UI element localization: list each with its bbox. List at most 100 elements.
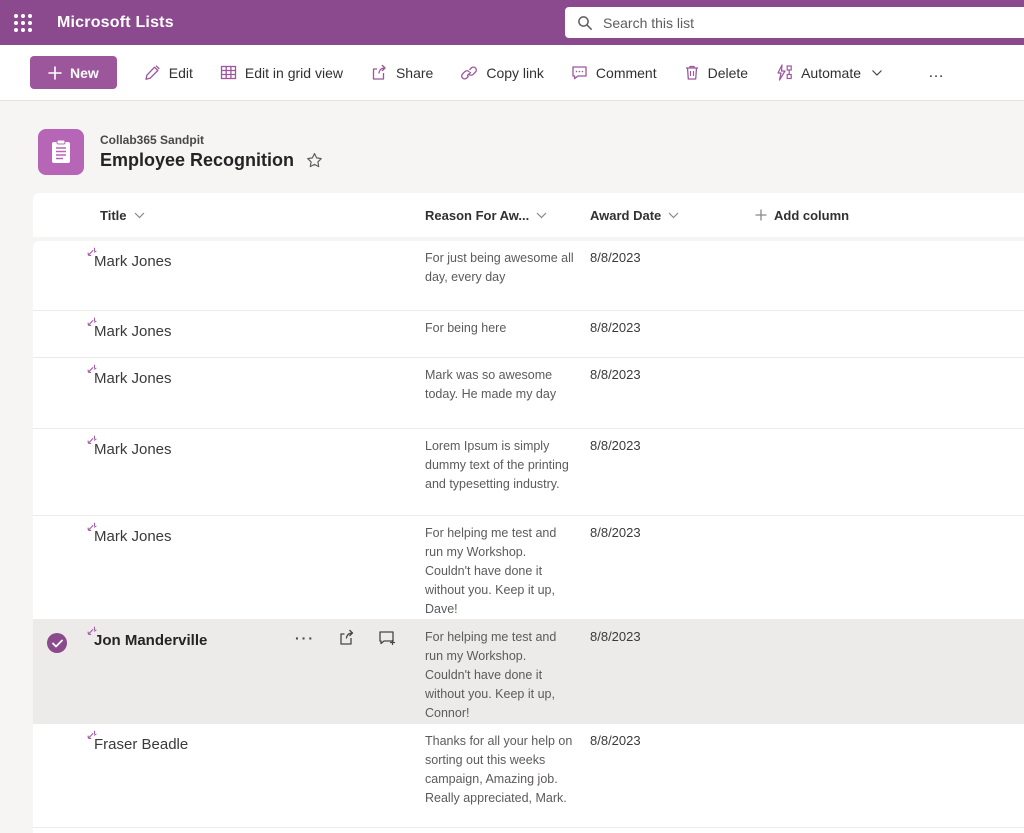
copy-link-button-label: Copy link	[486, 64, 544, 81]
row-title-text: Mark Jones	[94, 323, 172, 340]
row-title-text: Mark Jones	[94, 253, 172, 270]
row-reason-text: For just being awesome all day, every da…	[425, 251, 574, 284]
row-title-cell[interactable]: Mark Jones	[87, 311, 425, 357]
table-row-partial	[33, 828, 1024, 833]
row-title-text: Mark Jones	[94, 441, 172, 458]
table-row[interactable]: Mark Jones Mark was so awesome today. He…	[33, 358, 1024, 429]
share-button[interactable]: Share	[370, 64, 433, 81]
row-reason-text: For being here	[425, 321, 507, 335]
row-reason-text: For helping me test and run my Workshop.…	[425, 630, 557, 720]
copy-link-button[interactable]: Copy link	[460, 65, 544, 81]
check-icon	[51, 639, 63, 647]
row-award-date-cell: 8/8/2023	[590, 358, 755, 428]
row-title-cell[interactable]: Fraser Beadle	[87, 724, 425, 827]
waffle-icon	[13, 13, 32, 32]
add-column-button[interactable]: Add column	[755, 208, 1024, 223]
search-icon	[578, 15, 592, 30]
share-button-label: Share	[395, 64, 434, 81]
row-reason-cell: For helping me test and run my Workshop.…	[425, 516, 590, 619]
delete-button[interactable]: Delete	[684, 64, 748, 81]
row-award-date-cell: 8/8/2023	[590, 311, 755, 357]
favorite-star-icon[interactable]	[306, 152, 323, 169]
edit-in-grid-view-label: Edit in grid view	[244, 64, 343, 81]
row-reason-text: Thanks for all your help on sorting out …	[425, 734, 573, 805]
table-row[interactable]: Mark Jones For being here 8/8/2023	[33, 311, 1024, 358]
new-item-sparkle-icon	[87, 730, 97, 739]
trash-icon	[685, 65, 698, 80]
row-award-date-text: 8/8/2023	[590, 250, 641, 265]
row-title-cell[interactable]: Mark Jones	[87, 516, 425, 619]
row-award-date-cell: 8/8/2023	[590, 241, 755, 310]
page-content: Collab365 Sandpit Employee Recognition T…	[0, 101, 1024, 833]
row-award-date-cell: 8/8/2023	[590, 516, 755, 619]
row-award-date-cell: 8/8/2023	[590, 620, 755, 723]
row-comment-add-icon[interactable]	[378, 630, 396, 646]
chevron-down-icon	[668, 212, 679, 218]
table-body: Mark Jones For just being awesome all da…	[33, 241, 1024, 833]
row-filler	[755, 516, 1024, 619]
new-button-label: New	[70, 64, 99, 81]
row-reason-cell: For being here	[425, 311, 590, 357]
column-header-title[interactable]: Title	[94, 208, 425, 223]
row-title-cell[interactable]: Mark Jones	[87, 429, 425, 515]
app-launcher-icon[interactable]	[0, 0, 45, 45]
site-name[interactable]: Collab365 Sandpit	[100, 133, 323, 147]
row-hover-actions: ···	[295, 629, 396, 646]
column-header-title-label: Title	[100, 207, 127, 223]
list-header: Collab365 Sandpit Employee Recognition	[0, 101, 1024, 175]
row-title-cell[interactable]: Jon Manderville ···	[87, 620, 425, 723]
row-award-date-cell: 8/8/2023	[590, 429, 755, 515]
row-title-text: Fraser Beadle	[94, 736, 189, 753]
new-item-sparkle-icon	[87, 364, 97, 373]
table-row[interactable]: Mark Jones For helping me test and run m…	[33, 516, 1024, 620]
table-row[interactable]: Mark Jones Lorem Ipsum is simply dummy t…	[33, 429, 1024, 516]
row-reason-cell: Lorem Ipsum is simply dummy text of the …	[425, 429, 590, 515]
row-title-cell[interactable]: Mark Jones	[87, 241, 425, 310]
edit-in-grid-view-button[interactable]: Edit in grid view	[220, 64, 343, 81]
command-bar: New Edit Edit in grid view Share Copy li…	[0, 45, 1024, 101]
page-title: Employee Recognition	[100, 150, 295, 170]
new-button[interactable]: New	[30, 56, 117, 89]
table-row[interactable]: Jon Manderville ··· For helping me test …	[33, 620, 1024, 724]
edit-button[interactable]: Edit	[144, 64, 193, 81]
chevron-down-icon	[536, 212, 547, 218]
comment-button-label: Comment	[595, 64, 657, 81]
delete-button-label: Delete	[707, 64, 749, 81]
table-row[interactable]: Mark Jones For just being awesome all da…	[33, 241, 1024, 311]
row-share-icon[interactable]	[337, 629, 356, 646]
row-award-date-text: 8/8/2023	[590, 629, 641, 644]
chevron-down-icon	[872, 69, 882, 76]
chevron-down-icon	[134, 212, 144, 218]
new-item-sparkle-icon	[87, 626, 97, 635]
row-title-cell[interactable]: Mark Jones	[87, 358, 425, 428]
row-more-actions-icon[interactable]: ···	[295, 630, 315, 646]
row-filler	[755, 429, 1024, 515]
column-header-award-date[interactable]: Award Date	[590, 208, 755, 223]
table-row[interactable]: Fraser Beadle Thanks for all your help o…	[33, 724, 1024, 828]
new-item-sparkle-icon	[87, 435, 97, 444]
row-reason-cell: Thanks for all your help on sorting out …	[425, 724, 590, 827]
row-selected-checkmark[interactable]	[47, 633, 67, 653]
search-placeholder: Search this list	[603, 14, 695, 31]
grid-icon	[220, 65, 237, 80]
row-reason-text: Lorem Ipsum is simply dummy text of the …	[425, 439, 569, 491]
row-title-text: Mark Jones	[94, 528, 172, 545]
pencil-icon	[145, 65, 160, 80]
link-icon	[461, 65, 478, 80]
row-filler	[755, 358, 1024, 428]
row-reason-cell: For helping me test and run my Workshop.…	[425, 620, 590, 723]
new-item-sparkle-icon	[87, 317, 97, 326]
row-reason-text: Mark was so awesome today. He made my da…	[425, 368, 557, 401]
automate-button[interactable]: Automate	[775, 64, 883, 81]
automate-button-label: Automate	[801, 64, 862, 81]
column-header-award-date-label: Award Date	[590, 207, 662, 223]
plus-icon	[48, 65, 62, 80]
row-reason-cell: Mark was so awesome today. He made my da…	[425, 358, 590, 428]
row-award-date-text: 8/8/2023	[590, 525, 641, 540]
toolbar-overflow-button[interactable]: …	[928, 64, 946, 82]
comment-button[interactable]: Comment	[571, 64, 657, 81]
row-award-date-text: 8/8/2023	[590, 438, 641, 453]
list-icon	[38, 129, 84, 175]
column-header-reason[interactable]: Reason For Aw...	[425, 208, 590, 223]
search-input[interactable]: Search this list	[565, 7, 1024, 38]
